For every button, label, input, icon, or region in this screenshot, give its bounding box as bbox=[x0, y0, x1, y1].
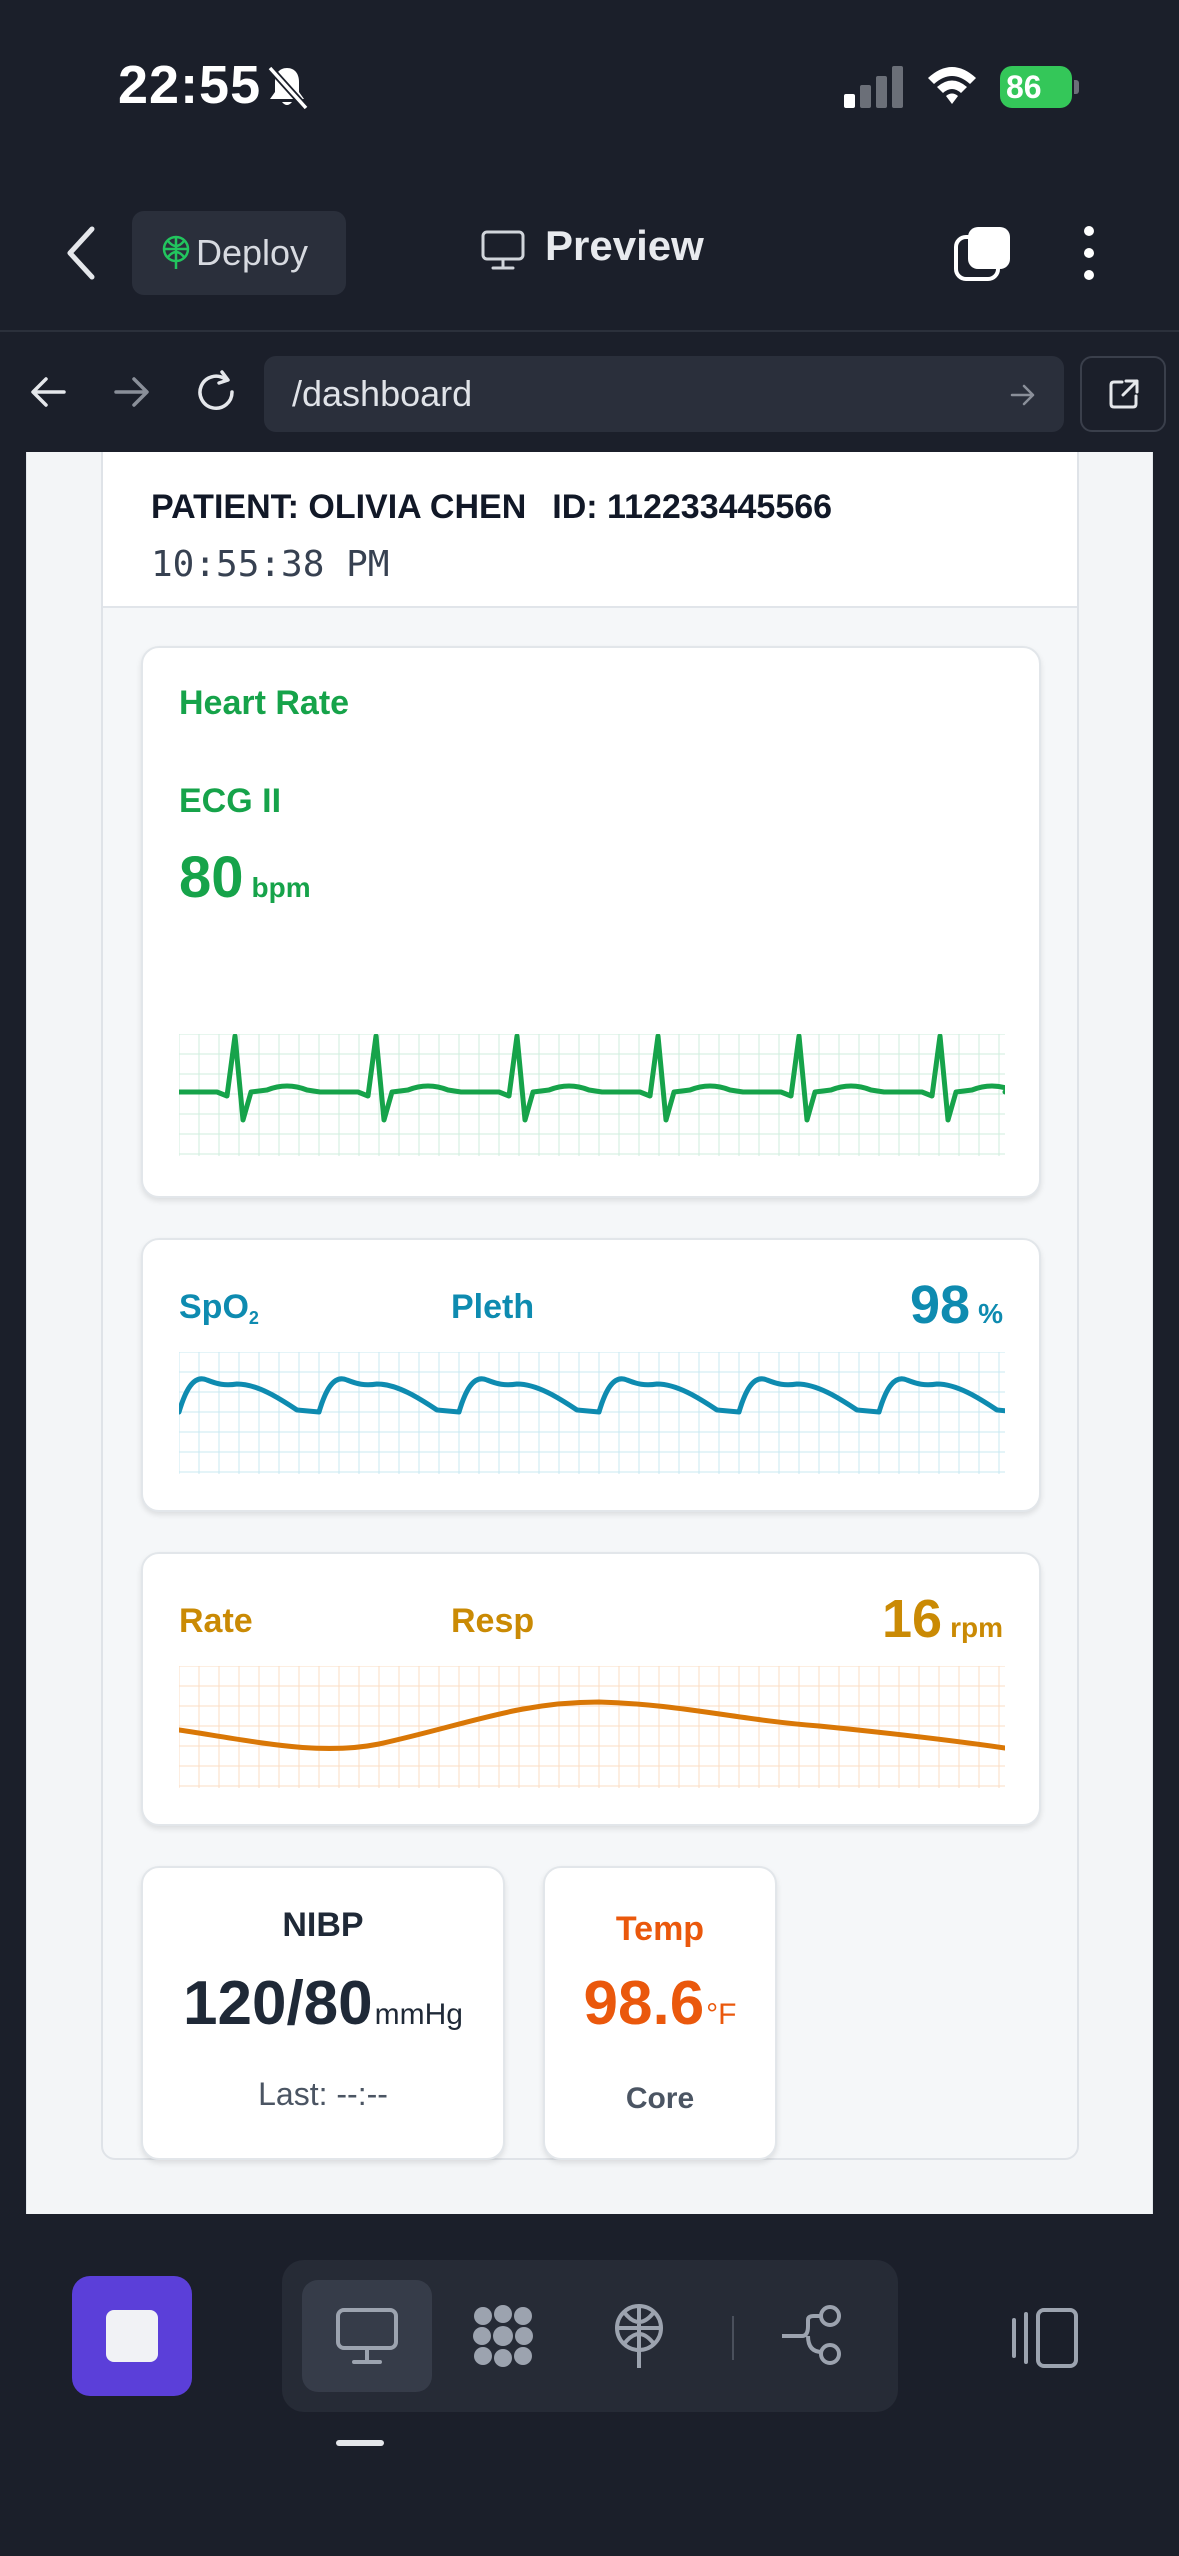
nibp-last-reading: Last: --:-- bbox=[258, 2076, 388, 2112]
dashboard-page: PATIENT: OLIVIA CHEN ID: 112233445566 10:… bbox=[26, 452, 1153, 2214]
patient-id: ID: 112233445566 bbox=[552, 488, 833, 526]
spo2-value: 98% bbox=[910, 1274, 1003, 1336]
resp-value: 16 rpm bbox=[882, 1588, 1003, 1650]
resp-wave-label: Resp bbox=[451, 1602, 535, 1640]
blocks-icon bbox=[473, 2305, 533, 2367]
deploy-tree-icon bbox=[615, 2304, 663, 2368]
spo2-label: SpO2 bbox=[179, 1288, 259, 1329]
nibp-value: 120/80mmHg bbox=[143, 1968, 503, 2039]
app-toolbar: Deploy Preview bbox=[0, 175, 1179, 330]
blocks-view-button[interactable] bbox=[438, 2280, 568, 2392]
patient-name: PATIENT: OLIVIA CHEN bbox=[151, 488, 527, 526]
patient-monitor: PATIENT: OLIVIA CHEN ID: 112233445566 10:… bbox=[101, 452, 1079, 2160]
arrow-left-icon[interactable] bbox=[28, 372, 68, 412]
patient-info: PATIENT: OLIVIA CHEN ID: 112233445566 bbox=[151, 488, 832, 527]
arrow-right-icon[interactable] bbox=[112, 372, 152, 412]
monitor-clock: 10:55:38 PM bbox=[151, 544, 390, 585]
battery-icon: 86 bbox=[1000, 66, 1080, 108]
active-view-indicator bbox=[336, 2440, 384, 2446]
open-external-button[interactable] bbox=[1080, 356, 1166, 432]
reload-icon[interactable] bbox=[192, 368, 240, 416]
monitor-icon bbox=[481, 230, 525, 270]
resp-rate-label: Rate bbox=[179, 1602, 253, 1640]
heart-rate-title: Heart Rate bbox=[179, 684, 350, 722]
bell-muted-icon bbox=[267, 65, 309, 111]
temp-value: 98.6°F bbox=[545, 1968, 775, 2039]
desktop-view-button[interactable] bbox=[302, 2280, 432, 2392]
spo2-label-subscript: 2 bbox=[248, 1308, 259, 1328]
resp-waveform bbox=[179, 1666, 1005, 1788]
spo2-label-text: SpO bbox=[179, 1288, 249, 1326]
view-switcher bbox=[282, 2260, 898, 2412]
resp-number: 16 bbox=[882, 1589, 943, 1649]
stop-button[interactable] bbox=[72, 2276, 192, 2396]
spo2-number: 98 bbox=[910, 1275, 971, 1335]
wifi-icon bbox=[928, 67, 976, 104]
desktop-icon bbox=[336, 2308, 398, 2364]
bottom-bar bbox=[0, 2214, 1179, 2556]
heart-rate-number: 80 bbox=[179, 845, 244, 910]
battery-level: 86 bbox=[1006, 69, 1042, 105]
heart-rate-value: 80 bpm bbox=[179, 844, 311, 911]
heart-rate-unit: bpm bbox=[251, 872, 311, 903]
status-time: 22:55 bbox=[118, 55, 262, 115]
spo2-unit: % bbox=[978, 1298, 1003, 1329]
ecg-waveform bbox=[179, 1034, 1005, 1156]
more-vertical-icon[interactable] bbox=[1078, 223, 1100, 283]
stop-icon bbox=[106, 2310, 158, 2362]
deploy-tree-icon bbox=[162, 235, 190, 269]
deploy-view-button[interactable] bbox=[574, 2280, 704, 2392]
preview-title[interactable]: Preview bbox=[545, 222, 704, 270]
cellular-signal-icon bbox=[844, 66, 903, 108]
branch-icon bbox=[782, 2305, 841, 2365]
web-viewport[interactable]: PATIENT: OLIVIA CHEN ID: 112233445566 10:… bbox=[0, 452, 1179, 2214]
deploy-label: Deploy bbox=[195, 232, 309, 273]
temp-site: Core bbox=[625, 2082, 695, 2115]
pleth-waveform bbox=[179, 1352, 1005, 1474]
split-view-icon[interactable] bbox=[1008, 2306, 1080, 2370]
nibp-label: NIBP bbox=[282, 1906, 364, 1944]
url-input[interactable]: /dashboard bbox=[264, 356, 1064, 432]
spo2-card: SpO2 Pleth 98% bbox=[141, 1238, 1041, 1512]
tabs-icon[interactable] bbox=[952, 223, 1014, 285]
nibp-card: NIBP 120/80mmHg Last: --:-- bbox=[141, 1866, 505, 2160]
respiration-card: Rate Resp 16 rpm bbox=[141, 1552, 1041, 1826]
back-chevron-icon[interactable] bbox=[62, 223, 102, 283]
monitor-header: PATIENT: OLIVIA CHEN ID: 112233445566 10:… bbox=[103, 452, 1077, 608]
nibp-number: 120/80 bbox=[183, 1969, 373, 2038]
seg-divider bbox=[732, 2316, 734, 2360]
url-text: /dashboard bbox=[292, 373, 473, 414]
branch-view-button[interactable] bbox=[748, 2280, 878, 2392]
ecg-lead-label: ECG II bbox=[179, 782, 282, 820]
temp-unit: °F bbox=[706, 1998, 737, 2031]
heart-rate-card: Heart Rate ECG II 80 bpm bbox=[141, 646, 1041, 1198]
external-link-icon bbox=[1109, 379, 1139, 409]
nibp-unit: mmHg bbox=[374, 1998, 463, 2031]
temp-card: Temp 98.6°F Core bbox=[543, 1866, 777, 2160]
deploy-button[interactable]: Deploy bbox=[132, 211, 346, 295]
go-arrow-icon[interactable] bbox=[1008, 380, 1038, 410]
resp-unit: rpm bbox=[950, 1612, 1003, 1643]
browser-bar: /dashboard bbox=[0, 330, 1179, 452]
temp-label: Temp bbox=[615, 1910, 705, 1948]
pleth-label: Pleth bbox=[451, 1288, 535, 1326]
temp-number: 98.6 bbox=[583, 1969, 705, 2038]
status-bar: 22:55 86 bbox=[0, 0, 1179, 175]
